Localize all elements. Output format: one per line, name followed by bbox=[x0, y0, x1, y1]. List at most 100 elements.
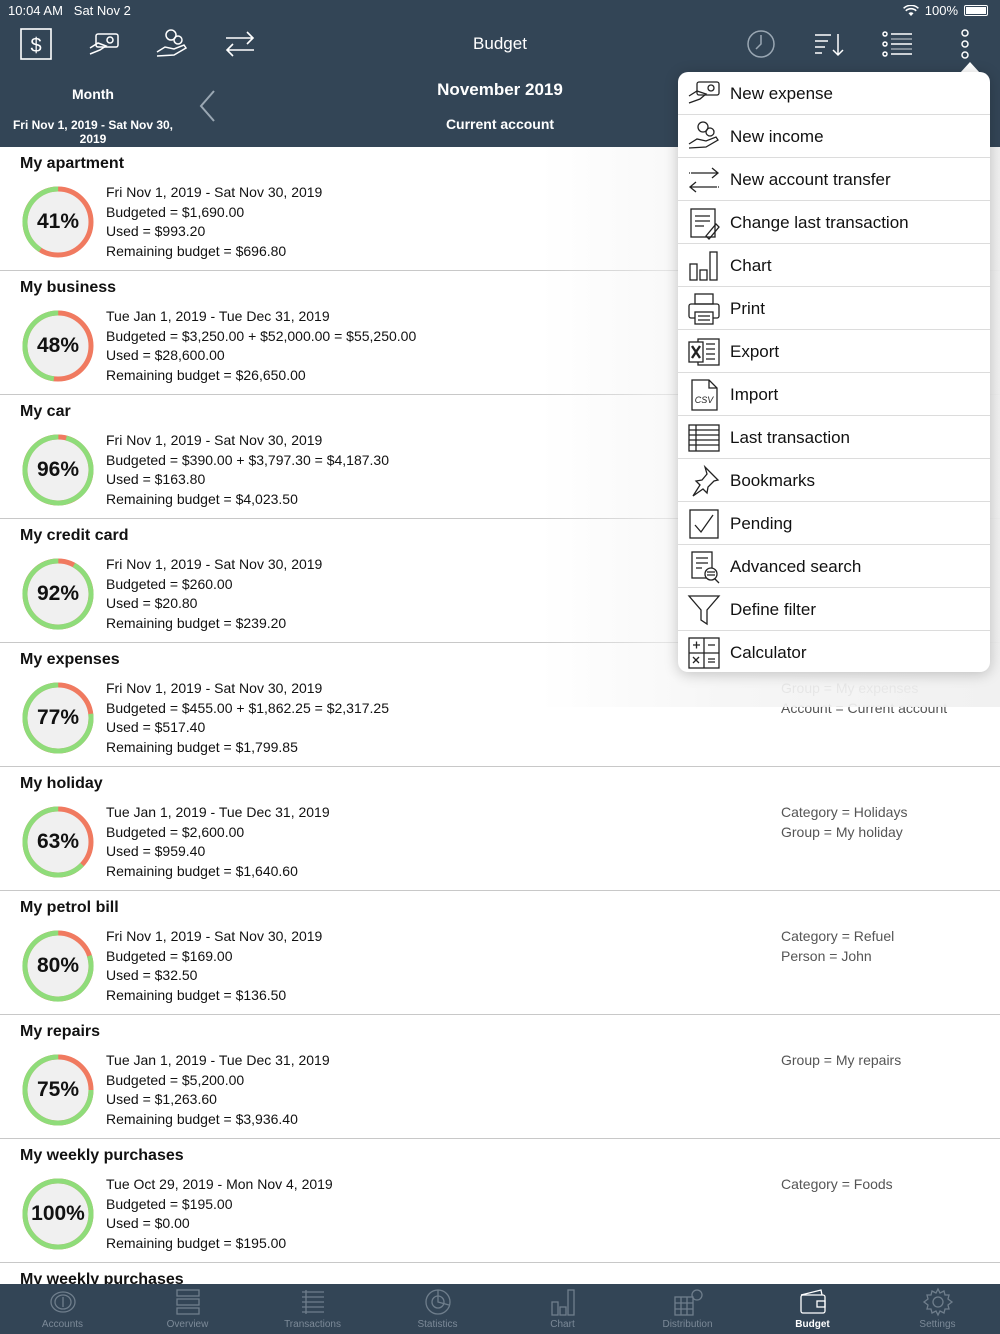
budget-percent: 92% bbox=[36, 582, 80, 605]
menu-item-new-expense[interactable]: New expense bbox=[678, 72, 990, 115]
menu-item-label: Calculator bbox=[730, 643, 807, 662]
wallet-icon bbox=[797, 1287, 829, 1317]
budget-budgeted: Budgeted = $3,250.00 + $52,000.00 = $55,… bbox=[106, 327, 417, 344]
budget-name: My credit card bbox=[20, 527, 129, 544]
budget-period: Tue Jan 1, 2019 - Tue Dec 31, 2019 bbox=[106, 308, 330, 324]
chevron-left-icon[interactable] bbox=[196, 88, 220, 124]
filter-line: Category = Foods bbox=[781, 1176, 893, 1192]
account-title[interactable]: Current account bbox=[350, 116, 650, 132]
transactions-icon bbox=[297, 1287, 329, 1317]
period-label[interactable]: Month bbox=[0, 86, 186, 102]
tab-label: Overview bbox=[166, 1319, 209, 1330]
edit-document-icon bbox=[686, 205, 722, 241]
wifi-icon bbox=[902, 4, 919, 16]
budget-details: Fri Nov 1, 2019 - Sat Nov 30, 2019 Budget… bbox=[106, 679, 389, 757]
menu-item-label: Pending bbox=[730, 514, 793, 533]
clock-icon[interactable] bbox=[743, 26, 779, 62]
budget-percent: 48% bbox=[36, 334, 80, 357]
new-expense-icon[interactable] bbox=[86, 26, 122, 62]
more-icon[interactable] bbox=[947, 26, 983, 62]
menu-item-import[interactable]: CSV Import bbox=[678, 373, 990, 416]
new-income-icon[interactable] bbox=[154, 26, 190, 62]
transfer-icon[interactable] bbox=[222, 26, 258, 62]
menu-item-new-account-transfer[interactable]: New account transfer bbox=[678, 158, 990, 201]
budget-used: Used = $959.40 bbox=[106, 843, 206, 860]
budget-period: Fri Nov 1, 2019 - Sat Nov 30, 2019 bbox=[106, 928, 323, 944]
excel-icon bbox=[686, 334, 722, 370]
filter-line: Group = My holiday bbox=[781, 823, 903, 840]
budget-used: Used = $163.80 bbox=[106, 471, 206, 488]
menu-item-bookmarks[interactable]: Bookmarks bbox=[678, 459, 990, 502]
tab-overview[interactable]: Overview bbox=[125, 1284, 250, 1334]
menu-item-pending[interactable]: Pending bbox=[678, 502, 990, 545]
budget-used: Used = $517.40 bbox=[106, 719, 206, 736]
dollar-icon[interactable]: $ bbox=[18, 26, 54, 62]
budget-name: My expenses bbox=[20, 651, 120, 668]
budget-row[interactable]: My weekly purchases 100% Tue Oct 29, 2019 … bbox=[0, 1139, 1000, 1263]
menu-item-last-transaction[interactable]: Last transaction bbox=[678, 416, 990, 459]
budget-row[interactable]: My petrol bill 80% Fri Nov 1, 2019 - Sat N… bbox=[0, 891, 1000, 1015]
tab-settings[interactable]: Settings bbox=[875, 1284, 1000, 1334]
menu-item-label: Bookmarks bbox=[730, 471, 816, 490]
menu-item-define-filter[interactable]: Define filter bbox=[678, 588, 990, 631]
budget-name: My weekly purchases bbox=[20, 1271, 184, 1284]
period-range: Fri Nov 1, 2019 - Sat Nov 30, 2019 bbox=[12, 118, 174, 146]
tab-bar: Accounts Overview Transactions Statistics Ch… bbox=[0, 1284, 1000, 1334]
budget-period: Fri Nov 1, 2019 - Sat Nov 30, 2019 bbox=[106, 556, 323, 572]
budget-budgeted: Budgeted = $195.00 bbox=[106, 1195, 233, 1212]
budget-remaining: Remaining budget = $3,936.40 bbox=[106, 1110, 298, 1127]
budget-details: Tue Oct 29, 2019 - Mon Nov 4, 2019 Budget… bbox=[106, 1175, 333, 1253]
tab-accounts[interactable]: Accounts bbox=[0, 1284, 125, 1334]
budget-period: Fri Nov 1, 2019 - Sat Nov 30, 2019 bbox=[106, 184, 323, 200]
tab-chart[interactable]: Chart bbox=[500, 1284, 625, 1334]
tab-budget[interactable]: Budget bbox=[750, 1284, 875, 1334]
budget-budgeted: Budgeted = $390.00 + $3,797.30 = $4,187.… bbox=[106, 451, 389, 468]
month-title: November 2019 bbox=[437, 80, 563, 99]
menu-item-print[interactable]: Print bbox=[678, 287, 990, 330]
menu-item-chart[interactable]: Chart bbox=[678, 244, 990, 287]
budget-used: Used = $993.20 bbox=[106, 223, 206, 240]
bar-chart-icon bbox=[547, 1287, 579, 1317]
menu-item-label: Advanced search bbox=[730, 557, 862, 576]
svg-text:CSV: CSV bbox=[695, 395, 715, 405]
budget-name: My repairs bbox=[20, 1023, 101, 1040]
budget-details: Fri Nov 1, 2019 - Sat Nov 30, 2019 Budget… bbox=[106, 183, 322, 261]
list-icon[interactable] bbox=[879, 26, 915, 62]
tab-transactions[interactable]: Transactions bbox=[250, 1284, 375, 1334]
budget-remaining: Remaining budget = $26,650.00 bbox=[106, 366, 306, 383]
menu-item-label: Last transaction bbox=[730, 428, 851, 447]
checkbox-icon bbox=[686, 506, 722, 542]
tab-distribution[interactable]: Distribution bbox=[625, 1284, 750, 1334]
budget-percent: 100% bbox=[31, 1202, 85, 1225]
svg-text:$: $ bbox=[30, 35, 41, 57]
menu-item-label: Export bbox=[730, 342, 780, 361]
sort-icon[interactable] bbox=[811, 26, 847, 62]
budget-period: Tue Jan 1, 2019 - Tue Dec 31, 2019 bbox=[106, 1052, 330, 1068]
budget-row[interactable]: My holiday 63% Tue Jan 1, 2019 - Tue Dec 3… bbox=[0, 767, 1000, 891]
menu-item-new-income[interactable]: New income bbox=[678, 115, 990, 158]
budget-filters: Category = Holidays Group = My holiday bbox=[781, 803, 907, 842]
battery-icon bbox=[964, 5, 988, 16]
budget-percent: 96% bbox=[36, 458, 80, 481]
budget-period: Fri Nov 1, 2019 - Sat Nov 30, 2019 bbox=[106, 680, 323, 696]
bar-chart-icon bbox=[686, 248, 722, 284]
budget-filters: Group = My expenses Account = Current acc… bbox=[781, 679, 947, 718]
budget-percent: 75% bbox=[36, 1078, 80, 1101]
filter-line: Account = Current account bbox=[781, 699, 948, 716]
pie-icon bbox=[422, 1287, 454, 1317]
tab-statistics[interactable]: Statistics bbox=[375, 1284, 500, 1334]
menu-item-label: New account transfer bbox=[730, 170, 891, 189]
budget-name: My car bbox=[20, 403, 71, 420]
menu-item-export[interactable]: Export bbox=[678, 330, 990, 373]
budget-row[interactable]: My repairs 75% Tue Jan 1, 2019 - Tue Dec 3… bbox=[0, 1015, 1000, 1139]
menu-item-advanced-search[interactable]: Advanced search bbox=[678, 545, 990, 588]
actions-menu: New expense New income New account transfe… bbox=[678, 72, 990, 672]
menu-item-calculator[interactable]: Calculator bbox=[678, 631, 990, 672]
menu-item-change-last-transaction[interactable]: Change last transaction bbox=[678, 201, 990, 244]
budget-remaining: Remaining budget = $136.50 bbox=[106, 986, 287, 1003]
budget-remaining: Remaining budget = $1,640.60 bbox=[106, 862, 298, 879]
budget-row[interactable]: My weekly purchases bbox=[0, 1263, 1000, 1284]
budget-percent: 63% bbox=[36, 830, 80, 853]
budget-details: Tue Jan 1, 2019 - Tue Dec 31, 2019 Budget… bbox=[106, 307, 416, 385]
budget-used: Used = $32.50 bbox=[106, 967, 198, 984]
